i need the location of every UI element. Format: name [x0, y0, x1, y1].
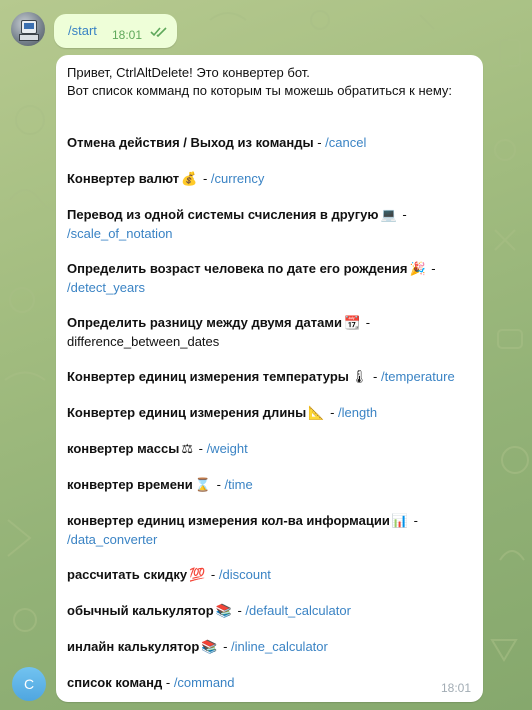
bot-avatar[interactable]: C	[12, 667, 46, 701]
command-title: Определить возраст человека по дате его …	[67, 261, 408, 276]
command-link[interactable]: /data_converter	[67, 532, 157, 547]
command-title: Отмена действия / Выход из команды	[67, 135, 314, 150]
command-item: Конвертер единиц измерения температуры 🌡 …	[67, 368, 472, 387]
command-separator: -	[427, 261, 436, 276]
command-emoji-icon: 💰	[181, 172, 198, 187]
command-emoji-icon: 📐	[308, 406, 325, 421]
command-item: обычный калькулятор 📚 - /default_calculat…	[67, 602, 472, 621]
command-emoji-icon: 📊	[391, 514, 409, 529]
command-item: Определить разницу между двумя датами 📆 -…	[67, 314, 472, 351]
command-title: инлайн калькулятор	[67, 639, 200, 654]
command-emoji-icon: 📚	[215, 604, 232, 619]
incoming-message-time: 18:01	[440, 681, 471, 695]
command-item: рассчитать скидку 💯 - /discount	[67, 566, 472, 585]
command-item: Конвертер валют 💰 - /currency	[67, 170, 472, 189]
command-text: difference_between_dates	[67, 334, 220, 349]
command-separator: -	[199, 171, 211, 186]
command-emoji-icon: ⚖	[181, 442, 193, 457]
command-separator: -	[313, 135, 326, 150]
command-title: рассчитать скидку	[67, 567, 188, 582]
command-title: Конвертер единиц измерения длины	[67, 405, 307, 420]
command-item: инлайн калькулятор 📚 - /inline_calculator	[67, 638, 472, 657]
command-title: список команд	[67, 675, 163, 690]
command-item: конвертер массы ⚖ - /weight	[67, 440, 472, 459]
command-title: Конвертер единиц измерения температуры	[67, 369, 349, 384]
command-link[interactable]: /command	[174, 675, 235, 690]
command-item: конвертер единиц измерения кол-ва информ…	[67, 512, 472, 549]
command-emoji-icon: 💯	[189, 568, 206, 583]
command-link[interactable]: /scale_of_notation	[67, 226, 173, 241]
command-separator: -	[195, 441, 207, 456]
command-item: Перевод из одной системы счисления в дру…	[67, 206, 472, 243]
bot-avatar-letter: C	[23, 676, 35, 692]
command-emoji-icon: 🎉	[409, 262, 426, 277]
command-separator: -	[212, 477, 225, 492]
command-title: Определить разницу между двумя датами	[67, 315, 342, 330]
command-emoji-icon: 📆	[343, 316, 361, 331]
command-title: обычный калькулятор	[67, 603, 214, 618]
command-separator: -	[326, 405, 339, 420]
outgoing-message-time: 18:01	[112, 28, 143, 42]
command-link[interactable]: /time	[225, 477, 253, 492]
command-emoji-icon: 💻	[380, 208, 397, 223]
double-check-icon	[150, 27, 167, 37]
command-link[interactable]: /length	[338, 405, 377, 420]
computer-avatar-icon	[21, 20, 37, 34]
greeting-text: Привет, CtrlAltDelete! Это конвертер бот…	[67, 64, 472, 100]
command-link[interactable]: /detect_years	[67, 280, 145, 295]
command-title: конвертер времени	[67, 477, 193, 492]
user-avatar[interactable]	[11, 12, 45, 46]
command-link[interactable]: /weight	[207, 441, 248, 456]
command-title: Конвертер валют	[67, 171, 180, 186]
command-item: Конвертер единиц измерения длины 📐 - /len…	[67, 404, 472, 423]
command-separator: -	[162, 675, 174, 690]
command-link[interactable]: /cancel	[325, 135, 366, 150]
command-link[interactable]: /temperature	[381, 369, 455, 384]
command-title: конвертер массы	[67, 441, 180, 456]
command-item: Определить возраст человека по дате его …	[67, 260, 472, 297]
command-separator: -	[369, 369, 381, 384]
command-link[interactable]: /currency	[211, 171, 264, 186]
command-emoji-icon: 🌡	[350, 370, 368, 385]
command-separator: -	[219, 639, 232, 654]
command-link[interactable]: /inline_calculator	[231, 639, 328, 654]
command-item: список команд - /command	[67, 674, 472, 692]
command-emoji-icon: ⌛	[194, 478, 211, 493]
command-link[interactable]: /discount	[219, 567, 271, 582]
command-item: конвертер времени ⌛ - /time	[67, 476, 472, 495]
incoming-message[interactable]: Привет, CtrlAltDelete! Это конвертер бот…	[56, 55, 483, 702]
command-separator: -	[207, 567, 219, 582]
command-title: конвертер единиц измерения кол-ва информ…	[67, 513, 390, 528]
outgoing-message[interactable]: /start 18:01	[54, 14, 177, 48]
command-item: Отмена действия / Выход из команды - /ca…	[67, 134, 472, 152]
command-link[interactable]: /default_calculator	[245, 603, 351, 618]
command-separator: -	[233, 603, 246, 618]
command-emoji-icon: 📚	[201, 640, 218, 655]
command-separator: -	[398, 207, 407, 222]
command-separator: -	[410, 513, 418, 528]
greeting-line-1: Привет, CtrlAltDelete! Это конвертер бот…	[67, 65, 310, 80]
command-title: Перевод из одной системы счисления в дру…	[67, 207, 379, 222]
command-separator: -	[362, 315, 371, 330]
outgoing-message-text[interactable]: /start	[68, 23, 97, 38]
greeting-line-2: Вот список комманд по которым ты можешь …	[67, 83, 453, 98]
